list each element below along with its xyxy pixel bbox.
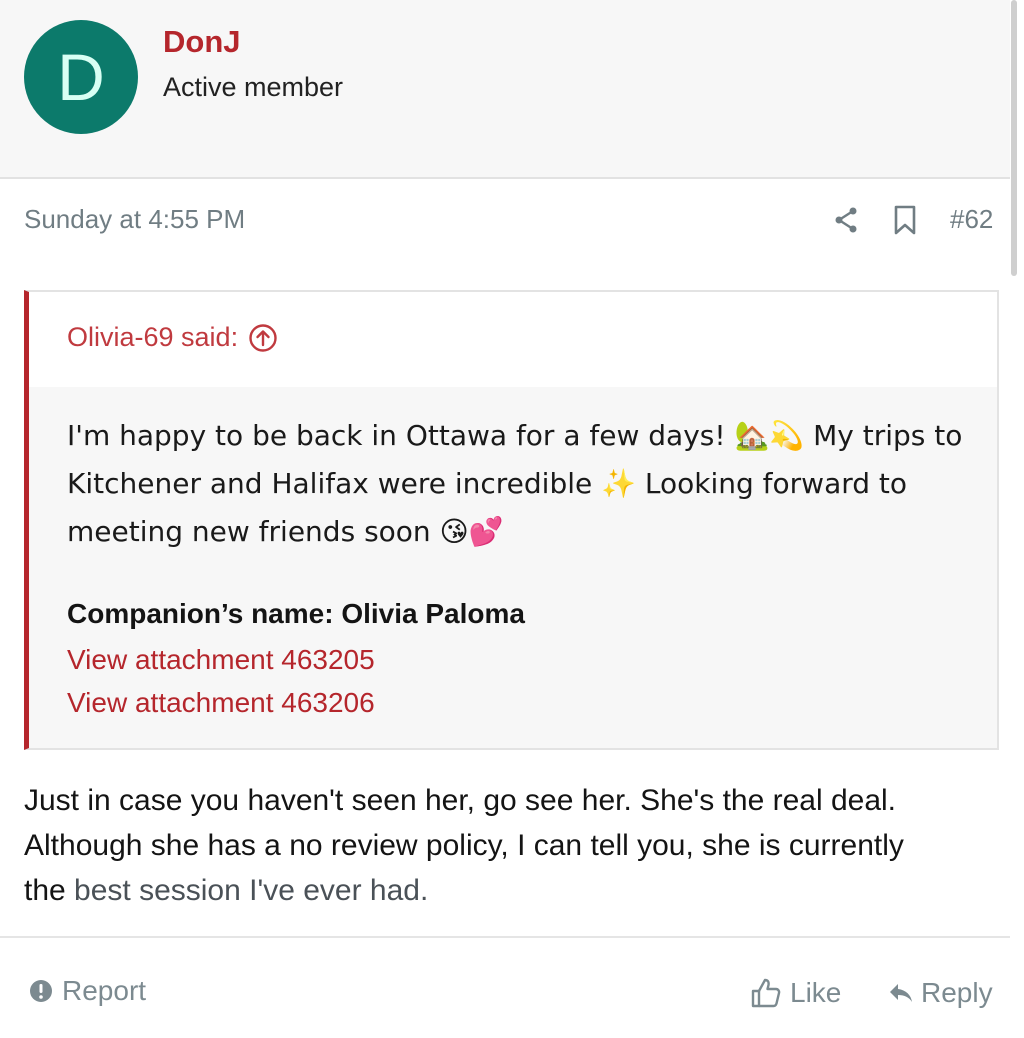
thumbs-up-icon [751, 978, 781, 1008]
quote-author-label: Olivia-69 said: [67, 322, 239, 352]
scrollbar-thumb[interactable] [1011, 0, 1017, 276]
quote-line-1: I'm happy to be back in Ottawa for a few… [67, 419, 963, 452]
quote-header: Olivia-69 said: [29, 292, 997, 387]
companion-name: Companion’s name: Olivia Paloma [67, 598, 525, 629]
message-line-3-faded: best session I've ever had. [74, 874, 429, 907]
post-page: D DonJ Active member Sunday at 4:55 PM #… [0, 0, 1024, 1038]
message-line-2: Although she has a no review policy, I c… [24, 829, 904, 862]
report-button[interactable]: Report [28, 975, 146, 1007]
bookmark-icon[interactable] [890, 204, 920, 236]
quote-author-link[interactable]: Olivia-69 said: [67, 322, 278, 353]
message-line-1: Just in case you haven't seen her, go se… [24, 784, 897, 817]
quote-line-2: Kitchener and Halifax were incredible ✨ … [67, 467, 908, 500]
message-line-3: the best session I've ever had. [24, 868, 1004, 913]
report-label: Report [62, 975, 147, 1006]
attachment-link-1[interactable]: View attachment 463205 [67, 644, 375, 676]
quote-line-3: meeting new friends soon 😘💕 [67, 515, 504, 548]
user-title: Active member [163, 72, 344, 102]
avatar[interactable]: D [24, 20, 138, 134]
quote-block: Olivia-69 said: I'm happy to be back in … [24, 290, 999, 750]
message-line-3-start: the [24, 874, 75, 907]
reply-button[interactable]: Reply [887, 977, 993, 1009]
share-icon[interactable] [831, 204, 861, 236]
post-date[interactable]: Sunday at 4:55 PM [24, 204, 245, 235]
attachment-link-2[interactable]: View attachment 463206 [67, 687, 375, 719]
like-button[interactable]: Like [750, 977, 841, 1009]
quote-text: I'm happy to be back in Ottawa for a few… [67, 412, 967, 556]
divider [0, 936, 1010, 938]
message-body: Just in case you haven't seen her, go se… [24, 778, 1004, 913]
reply-label: Reply [921, 977, 993, 1008]
reply-icon [890, 984, 912, 1002]
post-number-link[interactable]: #62 [950, 204, 993, 235]
alert-icon [30, 980, 52, 1002]
like-label: Like [790, 977, 842, 1008]
arrow-up-circle-icon[interactable] [248, 323, 278, 353]
user-header: D DonJ Active member [0, 0, 1010, 179]
username-link[interactable]: DonJ [163, 24, 241, 60]
